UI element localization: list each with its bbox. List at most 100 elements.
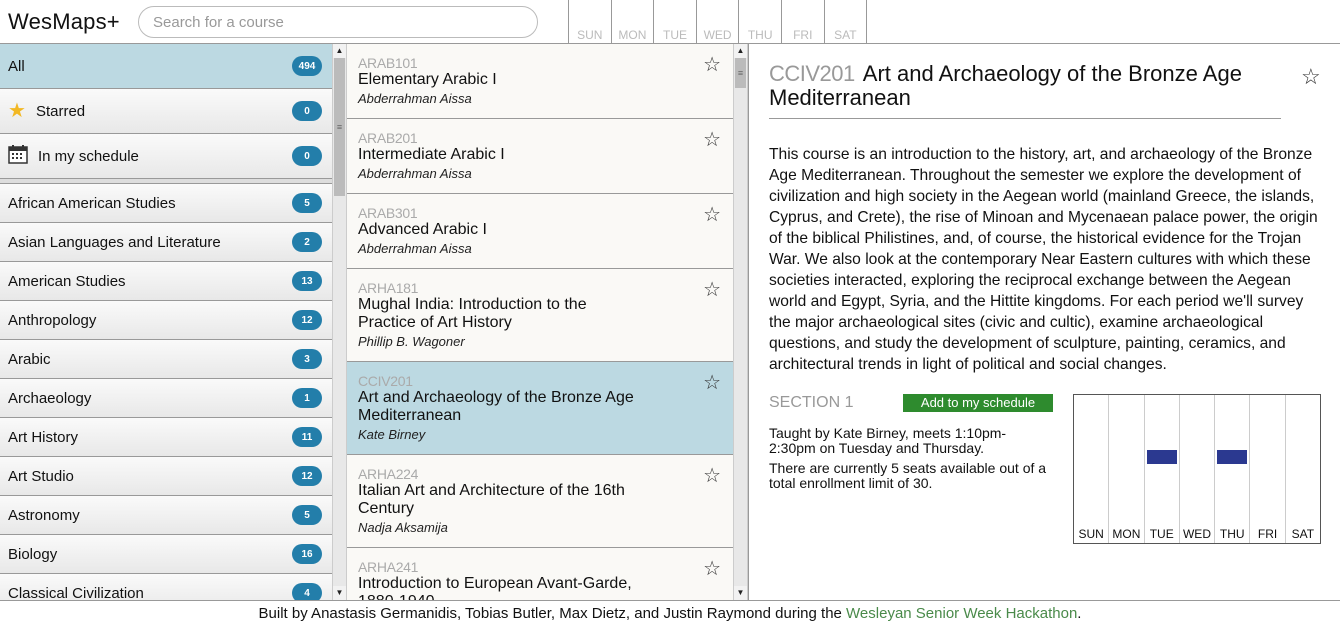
cal-day-sat: SAT	[1286, 395, 1320, 543]
dept-item[interactable]: Astronomy 5	[0, 496, 332, 535]
course-item-selected[interactable]: CCIV201 Art and Archaeology of the Bronz…	[347, 362, 733, 455]
star-icon[interactable]: ☆	[703, 202, 721, 227]
course-scrollbar[interactable]: ▲ ≡ ▼	[733, 44, 748, 600]
count-badge: 1	[292, 388, 322, 408]
cal-day-label: MON	[1112, 527, 1141, 541]
meeting-block	[1217, 450, 1248, 464]
dept-label: Art History	[8, 428, 79, 446]
count-badge: 494	[292, 56, 322, 76]
star-icon: ★	[8, 100, 26, 122]
course-title: Intermediate Arabic I	[358, 146, 505, 163]
count-badge: 0	[292, 146, 322, 166]
cal-day-thu: THU	[1215, 395, 1251, 543]
course-instructor: Kate Birney	[358, 427, 426, 442]
dept-label: African American Studies	[8, 194, 176, 212]
star-icon[interactable]: ☆	[703, 370, 721, 395]
filter-starred[interactable]: ★ Starred 0	[0, 89, 332, 134]
course-item[interactable]: ARHA241 Introduction to European Avant-G…	[347, 548, 733, 600]
scroll-up-arrow-icon[interactable]: ▲	[333, 44, 346, 58]
course-code: ARAB301	[358, 205, 418, 221]
dept-item[interactable]: African American Studies 5	[0, 184, 332, 223]
course-search-input[interactable]	[138, 6, 538, 38]
hackathon-link[interactable]: Wesleyan Senior Week Hackathon	[846, 605, 1077, 622]
star-icon[interactable]: ☆	[1301, 64, 1321, 90]
scroll-down-arrow-icon[interactable]: ▼	[734, 586, 747, 600]
mini-day-wed: WED	[697, 0, 740, 44]
dept-item[interactable]: Asian Languages and Literature 2	[0, 223, 332, 262]
cal-day-mon: MON	[1109, 395, 1145, 543]
scroll-thumb[interactable]: ≡	[334, 58, 345, 196]
dept-item[interactable]: Biology 16	[0, 535, 332, 574]
course-item[interactable]: ARAB301 Advanced Arabic I Abderrahman Ai…	[347, 194, 733, 269]
count-badge: 11	[292, 427, 322, 447]
section-title: SECTION 1	[769, 394, 854, 411]
count-badge: 3	[292, 349, 322, 369]
count-badge: 16	[292, 544, 322, 564]
dept-item[interactable]: Art History 11	[0, 418, 332, 457]
dept-item[interactable]: Arabic 3	[0, 340, 332, 379]
section-seats-info: There are currently 5 seats available ou…	[769, 460, 1047, 491]
cal-day-label: SAT	[1291, 527, 1315, 541]
dept-item[interactable]: Archaeology 1	[0, 379, 332, 418]
mini-day-mon: MON	[612, 0, 655, 44]
dept-label: Archaeology	[8, 389, 92, 407]
count-badge: 2	[292, 232, 322, 252]
course-code: ARAB201	[358, 130, 418, 146]
cal-day-label: TUE	[1149, 527, 1174, 541]
mini-day-tue: TUE	[654, 0, 697, 44]
cal-day-sun: SUN	[1074, 395, 1110, 543]
count-badge: 5	[292, 505, 322, 525]
scroll-thumb[interactable]: ≡	[735, 58, 746, 88]
footer: Built by Anastasis Germanidis, Tobias Bu…	[0, 600, 1340, 630]
course-code: CCIV201	[358, 373, 413, 389]
course-detail-title: CCIV201 Art and Archaeology of the Bronze…	[769, 62, 1281, 119]
course-title: Italian Art and Architecture of the 16th…	[358, 482, 625, 517]
count-badge: 4	[292, 583, 322, 600]
course-instructor: Abderrahman Aissa	[358, 91, 472, 106]
course-item[interactable]: ARAB101 Elementary Arabic I Abderrahman …	[347, 44, 733, 119]
add-to-schedule-button[interactable]: Add to my schedule	[903, 394, 1053, 412]
footer-end: .	[1077, 605, 1082, 622]
dept-item[interactable]: Classical Civilization 4	[0, 574, 332, 600]
cal-day-label: SUN	[1078, 527, 1104, 541]
star-icon[interactable]: ☆	[703, 277, 721, 302]
cal-day-wed: WED	[1180, 395, 1216, 543]
star-icon[interactable]: ☆	[703, 127, 721, 152]
course-code: ARHA224	[358, 466, 419, 482]
dept-label: Astronomy	[8, 506, 80, 524]
cal-day-label: WED	[1182, 527, 1211, 541]
app-logo[interactable]: WesMaps+	[8, 9, 120, 35]
dept-label: Arabic	[8, 350, 51, 368]
course-item[interactable]: ARHA181 Mughal India: Introduction to th…	[347, 269, 733, 362]
course-detail-panel: CCIV201 Art and Archaeology of the Bronze…	[748, 44, 1340, 600]
filter-all[interactable]: All 494	[0, 44, 332, 89]
course-title: Introduction to European Avant-Garde, 18…	[358, 575, 632, 600]
dept-label: Classical Civilization	[8, 584, 144, 601]
course-code: ARAB101	[358, 55, 418, 71]
count-badge: 12	[292, 310, 322, 330]
department-scrollbar[interactable]: ▲ ≡ ▼	[332, 44, 347, 600]
filter-label: In my schedule	[38, 147, 139, 165]
course-code: ARHA241	[358, 559, 419, 575]
course-list: ARAB101 Elementary Arabic I Abderrahman …	[347, 44, 733, 600]
course-item[interactable]: ARHA224 Italian Art and Architecture of …	[347, 455, 733, 548]
course-code: ARHA181	[358, 280, 419, 296]
count-badge: 0	[292, 101, 322, 121]
footer-text: Built by Anastasis Germanidis, Tobias Bu…	[258, 605, 847, 622]
dept-item[interactable]: Anthropology 12	[0, 301, 332, 340]
cal-day-fri: FRI	[1250, 395, 1286, 543]
filter-in-my-schedule[interactable]: In my schedule 0	[0, 134, 332, 179]
scroll-down-arrow-icon[interactable]: ▼	[333, 586, 346, 600]
count-badge: 5	[292, 193, 322, 213]
course-item[interactable]: ARAB201 Intermediate Arabic I Abderrahma…	[347, 119, 733, 194]
star-icon[interactable]: ☆	[703, 556, 721, 581]
course-description: This course is an introduction to the hi…	[769, 146, 1318, 373]
dept-item[interactable]: American Studies 13	[0, 262, 332, 301]
dept-label: Asian Languages and Literature	[8, 233, 221, 251]
star-icon[interactable]: ☆	[703, 463, 721, 488]
dept-item[interactable]: Art Studio 12	[0, 457, 332, 496]
dept-label: American Studies	[8, 272, 126, 290]
scroll-up-arrow-icon[interactable]: ▲	[734, 44, 747, 58]
course-instructor: Phillip B. Wagoner	[358, 334, 465, 349]
star-icon[interactable]: ☆	[703, 52, 721, 77]
